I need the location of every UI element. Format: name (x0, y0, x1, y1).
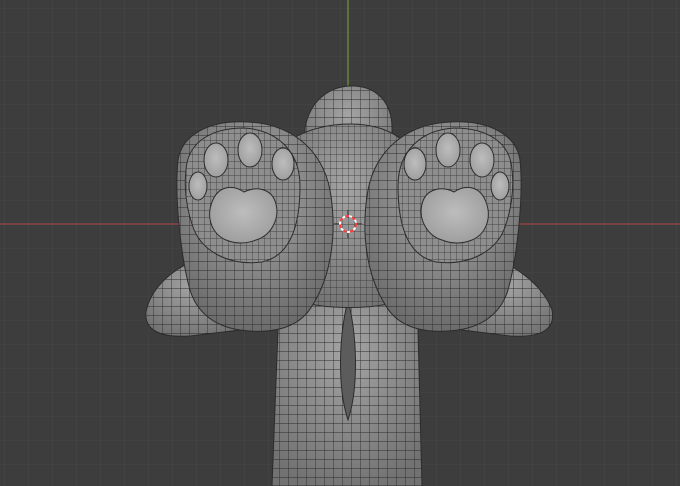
viewport-canvas[interactable] (0, 0, 680, 486)
3d-viewport[interactable] (0, 0, 680, 486)
